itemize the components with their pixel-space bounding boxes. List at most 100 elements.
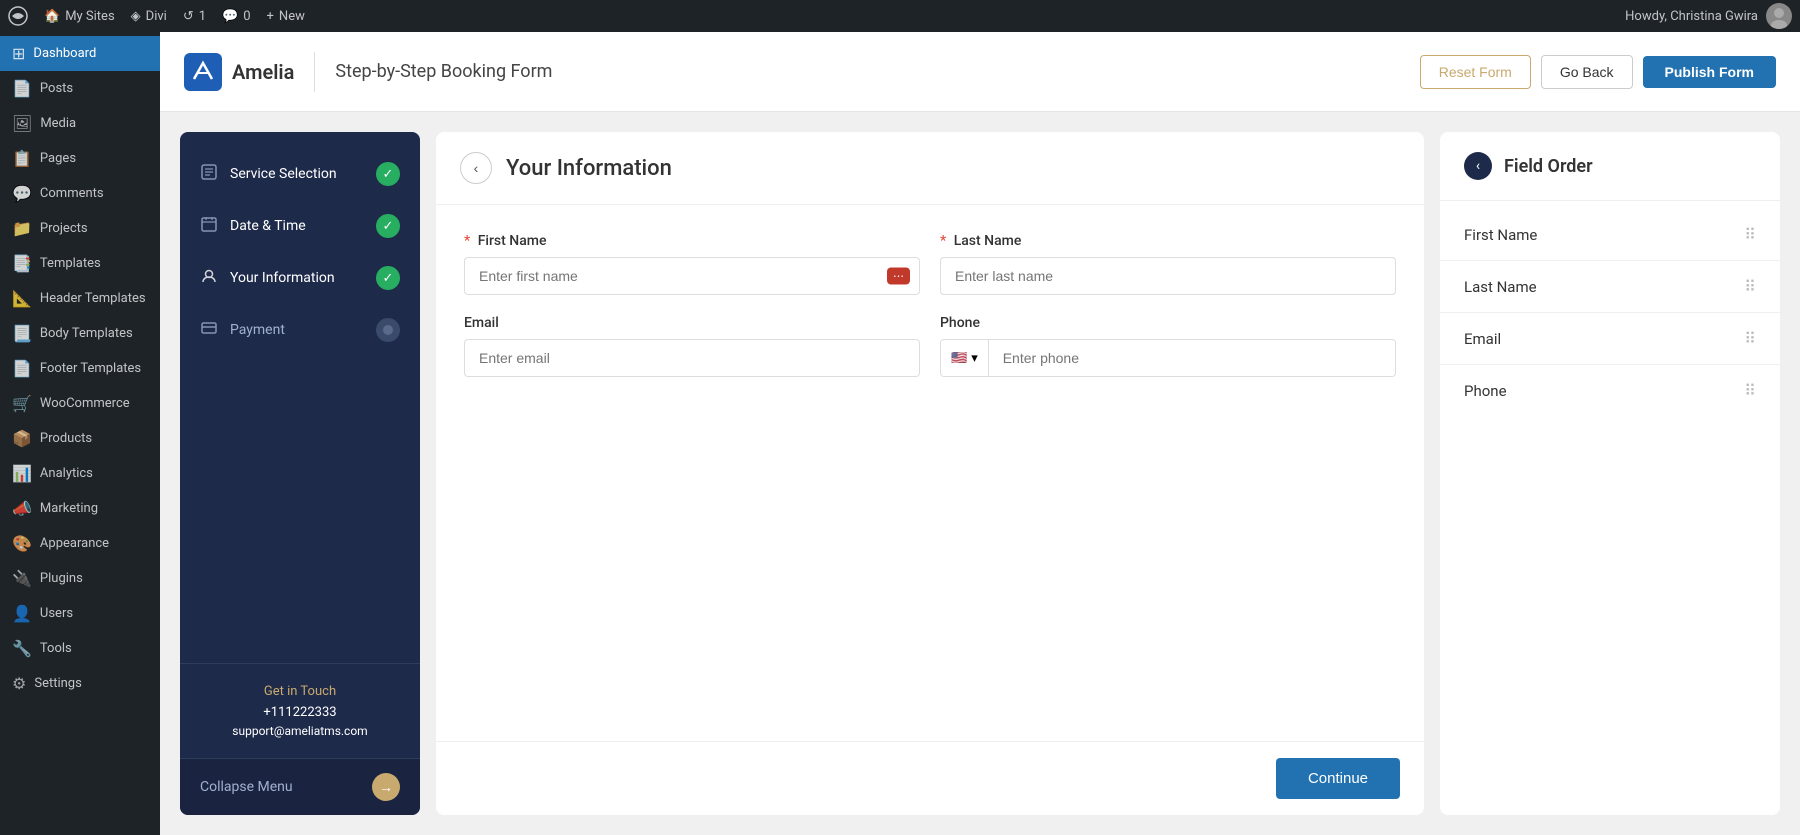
field-order-title: Field Order <box>1504 156 1593 177</box>
drag-handle-firstname[interactable]: ⠿ <box>1744 225 1756 244</box>
marketing-icon: 📣 <box>12 499 32 518</box>
field-order-item-lastname: Last Name ⠿ <box>1440 261 1780 313</box>
projects-icon: 📁 <box>12 219 32 238</box>
plus-icon: + <box>267 9 274 24</box>
sidebar-item-products[interactable]: 📦 Products <box>0 421 160 456</box>
step-date-time[interactable]: Date & Time ✓ <box>180 200 420 252</box>
sidebar-item-users[interactable]: 👤 Users <box>0 596 160 631</box>
analytics-icon: 📊 <box>12 464 32 483</box>
last-name-label: * Last Name <box>940 233 1396 249</box>
booking-steps-list: Service Selection ✓ Date & Time ✓ <box>180 132 420 663</box>
sidebar-item-plugins[interactable]: 🔌 Plugins <box>0 561 160 596</box>
form-back-button[interactable]: ‹ <box>460 152 492 184</box>
admin-bar-divi[interactable]: ◈ Divi <box>131 9 167 24</box>
sidebar-item-projects[interactable]: 📁 Projects <box>0 211 160 246</box>
sidebar-item-appearance[interactable]: 🎨 Appearance <box>0 526 160 561</box>
sidebar-item-body-templates[interactable]: 📃 Body Templates <box>0 316 160 351</box>
step-payment[interactable]: Payment <box>180 304 420 356</box>
form-footer: Continue <box>436 741 1424 815</box>
step-check-service: ✓ <box>376 162 400 186</box>
last-name-input[interactable] <box>940 257 1396 295</box>
sidebar-item-dashboard[interactable]: ⊞ Dashboard <box>0 36 160 71</box>
wp-admin-bar: 🏠 My Sites ◈ Divi ↺ 1 💬 0 + New Howdy, C… <box>0 0 1800 32</box>
last-name-field: * Last Name <box>940 233 1396 295</box>
sidebar-item-footer-templates[interactable]: 📄 Footer Templates <box>0 351 160 386</box>
field-order-back-button[interactable]: ‹ <box>1464 152 1492 180</box>
sidebar-item-media[interactable]: 🖼 Media <box>0 106 160 141</box>
sidebar-item-settings[interactable]: ⚙ Settings <box>0 666 160 701</box>
us-flag-icon: 🇺🇸 <box>951 351 967 366</box>
collapse-menu-button[interactable]: Collapse Menu → <box>180 758 420 815</box>
drag-handle-phone[interactable]: ⠿ <box>1744 381 1756 400</box>
contact-email: support@ameliatms.com <box>200 724 400 738</box>
first-name-label: * First Name <box>464 233 920 249</box>
updates-icon: ↺ <box>183 9 194 24</box>
service-selection-icon <box>200 163 218 185</box>
admin-bar-comments[interactable]: 💬 0 <box>222 9 251 24</box>
step-service-selection[interactable]: Service Selection ✓ <box>180 148 420 200</box>
sidebar-item-marketing[interactable]: 📣 Marketing <box>0 491 160 526</box>
pages-icon: 📋 <box>12 149 32 168</box>
payment-icon <box>200 319 218 341</box>
go-back-button[interactable]: Go Back <box>1541 55 1633 89</box>
email-field: Email <box>464 315 920 377</box>
phone-flag-selector[interactable]: 🇺🇸 ▾ <box>941 340 989 376</box>
sidebar-item-tools[interactable]: 🔧 Tools <box>0 631 160 666</box>
divi-icon: ◈ <box>131 9 141 24</box>
drag-handle-email[interactable]: ⠿ <box>1744 329 1756 348</box>
content-area: Service Selection ✓ Date & Time ✓ <box>160 112 1800 835</box>
phone-field: Phone 🇺🇸 ▾ <box>940 315 1396 377</box>
avatar <box>1766 3 1792 29</box>
woocommerce-icon: 🛒 <box>12 394 32 413</box>
first-name-input[interactable] <box>464 257 920 295</box>
sidebar-item-comments[interactable]: 💬 Comments <box>0 176 160 211</box>
admin-bar-new[interactable]: + New <box>267 9 305 24</box>
field-order-item-phone: Phone ⠿ <box>1440 365 1780 416</box>
appearance-icon: 🎨 <box>12 534 32 553</box>
sidebar-item-header-templates[interactable]: 📐 Header Templates <box>0 281 160 316</box>
body-templates-icon: 📃 <box>12 324 32 343</box>
form-body: * First Name ⋯ * Las <box>436 205 1424 741</box>
form-title: Your Information <box>506 156 672 181</box>
first-name-input-wrapper: ⋯ <box>464 257 920 295</box>
sidebar-item-woocommerce[interactable]: 🛒 WooCommerce <box>0 386 160 421</box>
phone-number-input[interactable] <box>989 340 1395 376</box>
email-label: Email <box>464 315 920 331</box>
form-header: ‹ Your Information <box>436 132 1424 205</box>
field-order-item-firstname: First Name ⠿ <box>1440 209 1780 261</box>
dashboard-icon: ⊞ <box>12 44 25 63</box>
admin-bar-mysites[interactable]: 🏠 My Sites <box>44 9 115 24</box>
field-order-panel: ‹ Field Order First Name ⠿ Last Name ⠿ E… <box>1440 132 1780 815</box>
admin-bar-updates[interactable]: ↺ 1 <box>183 9 206 24</box>
templates-icon: 📑 <box>12 254 32 273</box>
contact-row: Email Phone 🇺🇸 ▾ <box>464 315 1396 377</box>
step-your-information[interactable]: Your Information ✓ <box>180 252 420 304</box>
continue-button[interactable]: Continue <box>1276 758 1400 799</box>
step-check-datetime: ✓ <box>376 214 400 238</box>
booking-footer: Get in Touch +111222333 support@ameliatm… <box>180 663 420 758</box>
sidebar-item-templates[interactable]: 📑 Templates <box>0 246 160 281</box>
email-input[interactable] <box>464 339 920 377</box>
tools-icon: 🔧 <box>12 639 32 658</box>
flag-dropdown-icon: ▾ <box>971 351 978 366</box>
step-dot-payment <box>376 318 400 342</box>
house-icon: 🏠 <box>44 9 60 24</box>
users-icon: 👤 <box>12 604 32 623</box>
name-row: * First Name ⋯ * Las <box>464 233 1396 295</box>
sidebar-item-posts[interactable]: 📄 Posts <box>0 71 160 106</box>
last-name-required: * <box>940 233 946 249</box>
plugin-header: Amelia Step-by-Step Booking Form Reset F… <box>160 32 1800 112</box>
reset-form-button[interactable]: Reset Form <box>1420 55 1531 89</box>
phone-input-wrapper: 🇺🇸 ▾ <box>940 339 1396 377</box>
publish-form-button[interactable]: Publish Form <box>1643 56 1776 88</box>
step-check-info: ✓ <box>376 266 400 290</box>
plugins-icon: 🔌 <box>12 569 32 588</box>
date-time-icon <box>200 215 218 237</box>
admin-bar-user: Howdy, Christina Gwira <box>1625 3 1792 29</box>
collapse-arrow-icon: → <box>372 773 400 801</box>
contact-phone: +111222333 <box>200 705 400 720</box>
admin-bar-wp-icon[interactable] <box>8 6 28 26</box>
sidebar-item-analytics[interactable]: 📊 Analytics <box>0 456 160 491</box>
sidebar-item-pages[interactable]: 📋 Pages <box>0 141 160 176</box>
drag-handle-lastname[interactable]: ⠿ <box>1744 277 1756 296</box>
